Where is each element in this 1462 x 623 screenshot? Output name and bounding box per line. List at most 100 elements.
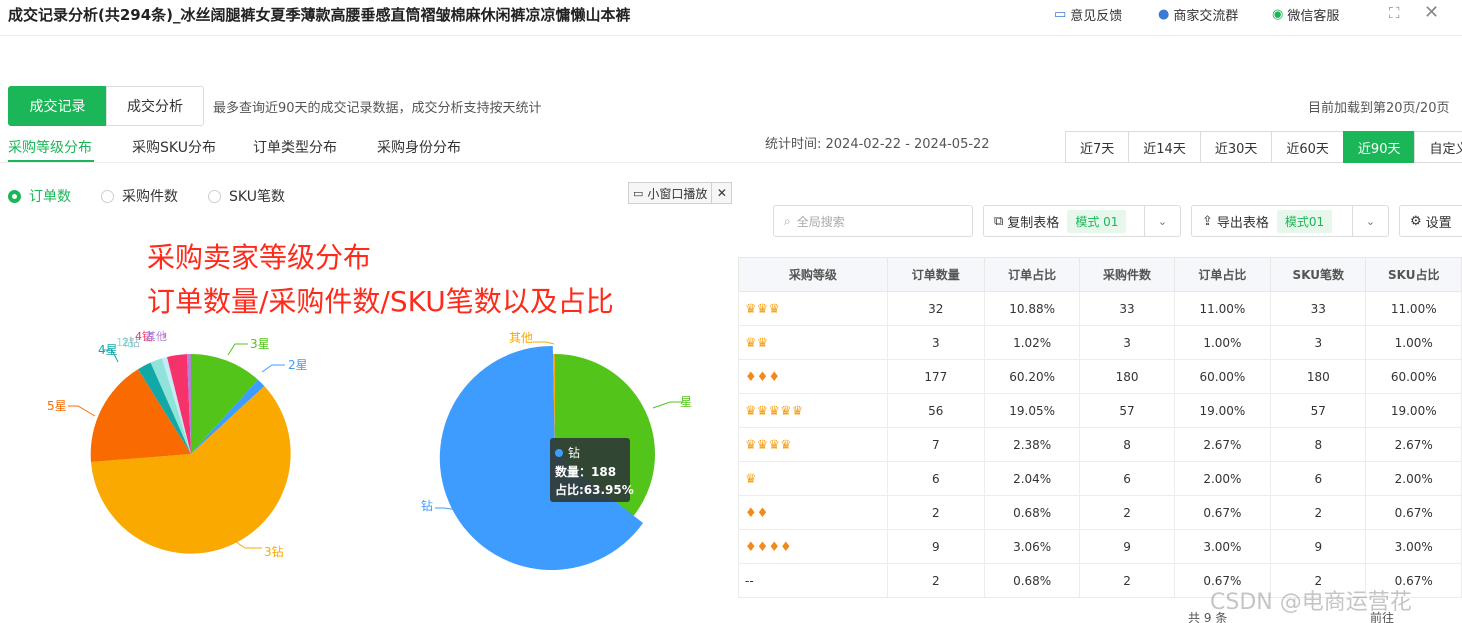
close-icon[interactable]: ✕: [1424, 2, 1439, 23]
chart-tooltip: 钻 数量：188 占比:63.95%: [550, 438, 634, 502]
radio-dot-icon: [8, 189, 21, 203]
range-7d[interactable]: 近7天: [1065, 131, 1130, 163]
table-cell: 60.20%: [983, 359, 1081, 394]
table-cell: 0.68%: [983, 495, 1081, 530]
table-cell: 60.00%: [1173, 359, 1272, 394]
tooltip-count: 数量：188: [555, 464, 616, 479]
level-cell: ♛♛♛: [738, 291, 888, 326]
popout-player[interactable]: ▭ 小窗口播放 ✕: [628, 182, 733, 204]
diamond-icon: ♦: [745, 369, 757, 385]
query-hint: 最多查询近90天的成交记录数据，成交分析支持按天统计: [213, 101, 542, 116]
table-cell: 3.06%: [983, 529, 1081, 564]
table-cell: 19.00%: [1173, 393, 1272, 428]
crown-icon: ♛: [745, 301, 757, 317]
range-14d[interactable]: 近14天: [1128, 131, 1201, 163]
col-sku-ratio[interactable]: SKU占比: [1365, 257, 1462, 292]
search-input[interactable]: ⌕ 全局搜索: [773, 205, 973, 237]
level-cell: ♛♛♛♛: [738, 427, 888, 462]
pie-chart-level: 3星 2星 4星 5星 3钻 1钻 2钻 4钻 其他: [47, 329, 308, 559]
tab-trade-records[interactable]: 成交记录: [8, 86, 107, 126]
table-cell: 0.68%: [983, 563, 1081, 598]
radio-sku[interactable]: SKU笔数: [208, 186, 285, 206]
crown-icon: ♛: [745, 437, 757, 453]
table-cell: 8: [1079, 427, 1175, 462]
diamond-icon: ♦: [756, 505, 769, 521]
table-row: ♛ 6 2.04% 6 2.00% 6 2.00%: [738, 461, 1462, 496]
pager-total: 共 9 条: [1188, 611, 1228, 623]
subtab-sku[interactable]: 采购SKU分布: [132, 137, 216, 157]
gear-icon: ⚙: [1410, 213, 1422, 229]
wechat-icon: ◉: [1272, 7, 1284, 22]
table-cell: 2: [886, 563, 985, 598]
feedback-link[interactable]: ▭ 意见反馈: [1054, 5, 1122, 24]
range-30d[interactable]: 近30天: [1199, 131, 1273, 163]
table-cell: 19.05%: [983, 393, 1081, 428]
stat-time: 统计时间: 2024-02-22 - 2024-05-22: [765, 137, 990, 152]
subtab-identity[interactable]: 采购身份分布: [377, 137, 461, 157]
export-table-button[interactable]: ⇪ 导出表格 模式01 ⌄: [1191, 205, 1389, 237]
tab-trade-analysis[interactable]: 成交分析: [106, 86, 204, 126]
col-level[interactable]: 采购等级: [738, 257, 888, 292]
table-cell: 9: [1270, 529, 1367, 564]
page-title: 成交记录分析(共294条)_冰丝阔腿裤女夏季薄款高腰垂感直筒褶皱棉麻休闲裤凉凉慵…: [8, 6, 631, 24]
table-cell: 180: [1270, 359, 1367, 394]
loaded-status: 目前加载到第20页/20页: [1308, 101, 1450, 116]
crown-icon: ♛: [756, 403, 769, 419]
table-cell: 3: [1270, 325, 1367, 360]
pie1-label-3xing: 3星: [250, 337, 270, 351]
subtab-order-type[interactable]: 订单类型分布: [253, 137, 337, 157]
range-60d[interactable]: 近60天: [1271, 131, 1344, 163]
table-cell: 11.00%: [1173, 291, 1272, 326]
col-order-ratio[interactable]: 订单占比: [983, 257, 1081, 292]
table-cell: 1.02%: [983, 325, 1081, 360]
pager-goto[interactable]: 前往: [1370, 609, 1394, 623]
chevron-down-icon[interactable]: ⌄: [1144, 206, 1180, 236]
table-row: ♦♦ 2 0.68% 2 0.67% 2 0.67%: [738, 495, 1462, 530]
level-cell: ♛♛: [738, 325, 888, 360]
diamond-icon: ♦: [768, 539, 780, 555]
table-cell: 57: [1270, 393, 1367, 428]
crown-icon: ♛: [768, 301, 780, 317]
crown-icon: ♛: [745, 335, 757, 351]
col-quantity[interactable]: 采购件数: [1079, 257, 1175, 292]
table-cell: 0.67%: [1365, 495, 1462, 530]
level-cell: ♦♦: [738, 495, 888, 530]
table-cell: 2.38%: [983, 427, 1081, 462]
col-quantity-ratio[interactable]: 订单占比: [1173, 257, 1272, 292]
radio-orders[interactable]: 订单数: [8, 186, 71, 206]
col-sku[interactable]: SKU笔数: [1270, 257, 1367, 292]
table-cell: 177: [886, 359, 985, 394]
level-cell: ♛: [738, 461, 888, 496]
pie2-label-zuan: 钻: [421, 498, 433, 513]
settings-button[interactable]: ⚙ 设置: [1399, 205, 1462, 237]
table-row: ♛♛♛♛ 7 2.38% 8 2.67% 8 2.67%: [738, 427, 1462, 462]
merchant-group-link[interactable]: ● 商家交流群: [1158, 5, 1238, 24]
col-orders[interactable]: 订单数量: [886, 257, 985, 292]
fullscreen-icon[interactable]: ⛶: [1389, 4, 1400, 22]
wechat-service-link[interactable]: ◉ 微信客服: [1272, 5, 1339, 24]
range-custom[interactable]: 自定义: [1414, 131, 1462, 163]
popout-close-icon[interactable]: ✕: [711, 183, 731, 203]
range-90d[interactable]: 近90天: [1342, 131, 1416, 163]
table-row: ♛♛♛ 32 10.88% 33 11.00% 33 11.00%: [738, 291, 1462, 326]
chevron-down-icon[interactable]: ⌄: [1352, 206, 1388, 236]
table-cell: 7: [886, 427, 985, 462]
table-cell: 9: [886, 529, 985, 564]
copy-table-button[interactable]: ⧉ 复制表格 模式 01 ⌄: [983, 205, 1181, 237]
pie2-label-other: 其他: [509, 331, 533, 345]
table-cell: 6: [1079, 461, 1175, 496]
table-cell: 180: [1079, 359, 1175, 394]
table-cell: 60.00%: [1365, 359, 1462, 394]
pie1-label-other: 其他: [145, 330, 167, 343]
radio-dot-icon: [208, 189, 221, 203]
pie1-label-2xing: 2星: [288, 358, 308, 372]
radio-quantity[interactable]: 采购件数: [101, 186, 178, 206]
crown-icon: ♛: [779, 403, 792, 419]
subtab-active-indicator: [8, 160, 94, 162]
feedback-icon: ▭: [1054, 7, 1067, 22]
pie1-label-4xing: 4星: [98, 343, 118, 357]
level-table: 采购等级 订单数量 订单占比 采购件数 订单占比 SKU笔数 SKU占比 ♛♛♛…: [738, 257, 1462, 598]
subtab-level[interactable]: 采购等级分布: [8, 137, 92, 157]
crown-icon: ♛: [791, 403, 804, 419]
diamond-icon: ♦: [745, 539, 757, 555]
